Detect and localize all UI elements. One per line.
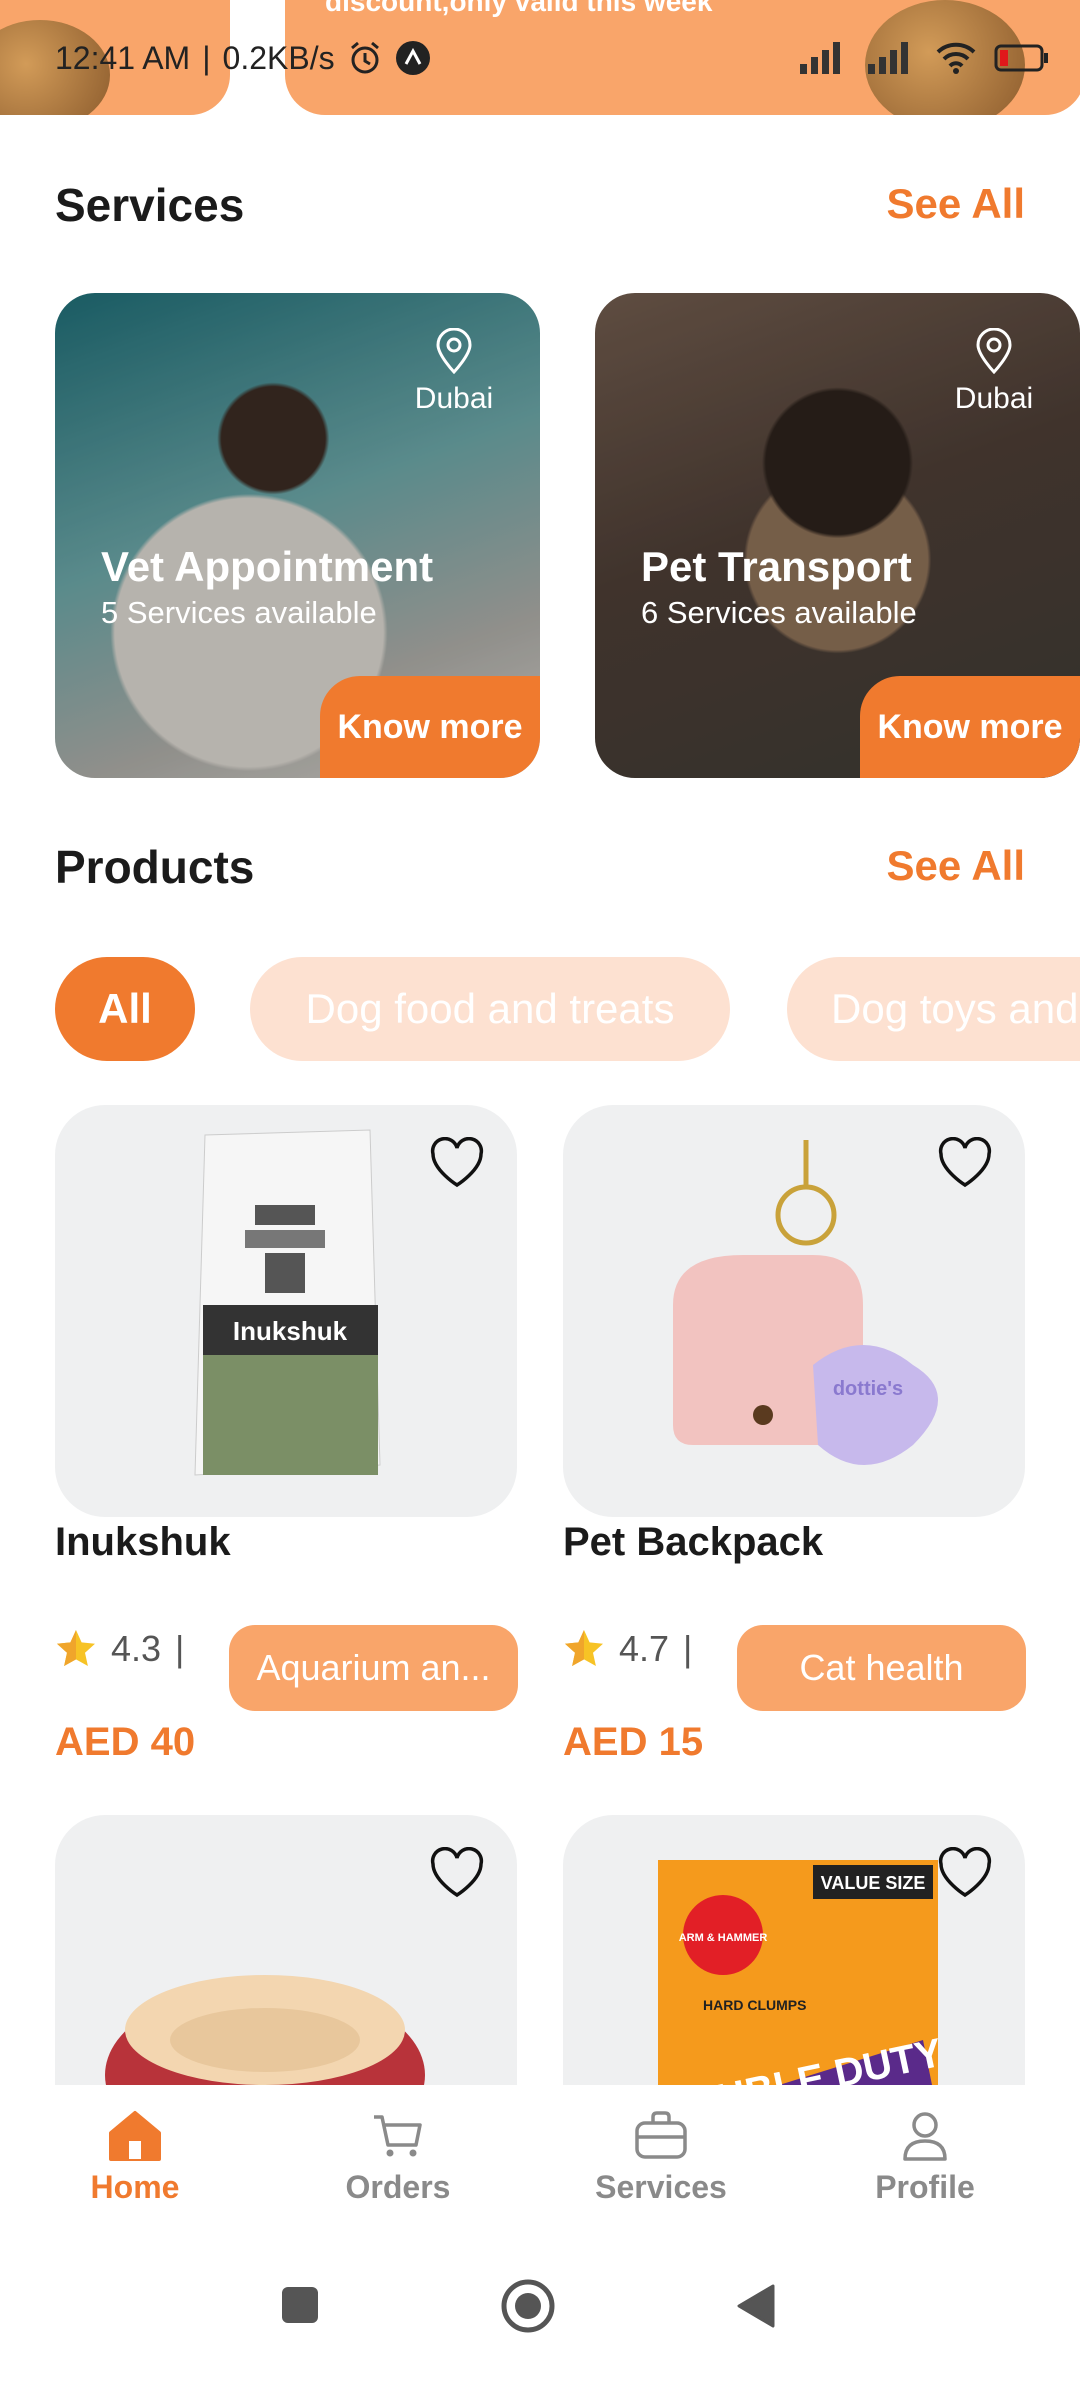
home-button-icon[interactable]	[500, 2278, 556, 2334]
nav-orders-label: Orders	[345, 2169, 451, 2205]
service-title: Pet Transport	[641, 543, 912, 590]
services-section-title: Services	[55, 179, 245, 231]
service-title: Vet Appointment	[101, 543, 434, 590]
product-rating: 4.3 |	[55, 1628, 184, 1670]
nav-services[interactable]: Services	[561, 2105, 761, 2206]
product-card-pet-backpack[interactable]: dottie's	[563, 1105, 1025, 1517]
filter-chip-dog-food[interactable]: Dog food and treats	[250, 957, 730, 1061]
banner-text: discount,only valid this week	[325, 0, 713, 17]
product-card-inukshuk[interactable]: Inukshuk	[55, 1105, 517, 1517]
service-location: Dubai	[934, 328, 1054, 416]
briefcase-icon	[635, 2111, 687, 2159]
recent-apps-icon[interactable]	[280, 2285, 320, 2325]
product-name: Pet Backpack	[563, 1520, 824, 1564]
filter-chip-all[interactable]: All	[55, 957, 195, 1061]
status-separator: |	[202, 39, 211, 76]
system-navigation-bar	[0, 2250, 1080, 2400]
filter-chip-dog-toys[interactable]: Dog toys and accessories	[787, 957, 1080, 1061]
nav-profile-label: Profile	[875, 2169, 975, 2205]
service-location-label: Dubai	[414, 382, 494, 415]
rating-value: 4.3	[111, 1628, 162, 1669]
service-subtitle: 6 Services available	[641, 595, 917, 630]
services-see-all-link[interactable]: See All	[886, 180, 1025, 228]
service-card-transport[interactable]: Dubai Pet Transport 6 Services available…	[595, 293, 1080, 778]
product-image-label: VALUE SIZE	[821, 1873, 926, 1893]
back-icon[interactable]	[735, 2283, 777, 2329]
products-see-all-link[interactable]: See All	[886, 842, 1025, 890]
rating-separator: |	[175, 1628, 185, 1669]
service-location-label: Dubai	[954, 382, 1034, 415]
nav-orders[interactable]: Orders	[298, 2105, 498, 2206]
nav-profile[interactable]: Profile	[825, 2105, 1025, 2206]
star-icon	[565, 1630, 603, 1666]
signal-icon	[800, 42, 840, 74]
app-notification-icon	[395, 41, 430, 75]
favorite-heart-icon[interactable]	[429, 1847, 485, 1899]
product-price: AED 40	[55, 1720, 196, 1764]
product-price: AED 15	[563, 1720, 704, 1764]
rating-separator: |	[683, 1628, 693, 1669]
profile-icon	[903, 2112, 947, 2161]
product-image-label: Inukshuk	[233, 1316, 348, 1346]
product-category-pill[interactable]: Aquarium an...	[229, 1625, 518, 1711]
know-more-button[interactable]: Know more	[320, 676, 540, 778]
product-category-pill[interactable]: Cat health	[737, 1625, 1026, 1711]
bottom-navigation: Home Orders Services Profile	[0, 2085, 1080, 2250]
star-icon	[57, 1630, 95, 1666]
service-card-vet[interactable]: Dubai Vet Appointment 5 Services availab…	[55, 293, 540, 778]
wifi-icon	[936, 42, 976, 74]
favorite-heart-icon[interactable]	[429, 1137, 485, 1189]
home-icon	[109, 2111, 161, 2161]
rating-value: 4.7	[619, 1628, 670, 1669]
location-pin-icon	[436, 328, 472, 374]
nav-home-label: Home	[90, 2169, 180, 2205]
status-icons	[800, 30, 1050, 86]
favorite-heart-icon[interactable]	[937, 1137, 993, 1189]
product-rating: 4.7 |	[563, 1628, 692, 1670]
nav-home[interactable]: Home	[35, 2105, 235, 2206]
favorite-heart-icon[interactable]	[937, 1847, 993, 1899]
signal-icon	[868, 42, 908, 74]
service-location: Dubai	[394, 328, 514, 416]
product-name: Inukshuk	[55, 1520, 231, 1564]
alarm-icon	[350, 41, 379, 74]
battery-icon	[994, 44, 1048, 72]
product-card-cat-litter[interactable]: VALUE SIZE ARM & HAMMER HARD CLUMPS DOUB…	[563, 1815, 1025, 2115]
product-image-label: dottie's	[833, 1378, 903, 1400]
product-card-pet-bed[interactable]	[55, 1815, 517, 2115]
status-bar: 12:41 AM | 0.2KB/s	[55, 30, 431, 86]
cart-icon	[374, 2115, 422, 2157]
service-subtitle: 5 Services available	[101, 595, 377, 630]
know-more-button[interactable]: Know more	[860, 676, 1080, 778]
nav-services-label: Services	[595, 2169, 727, 2205]
product-image-label: ARM & HAMMER	[679, 1932, 768, 1944]
status-time: 12:41 AM	[55, 39, 191, 76]
location-pin-icon	[976, 328, 1012, 374]
products-section-title: Products	[55, 841, 255, 893]
product-image-label: HARD CLUMPS	[703, 1997, 806, 2013]
status-speed: 0.2KB/s	[222, 39, 335, 76]
